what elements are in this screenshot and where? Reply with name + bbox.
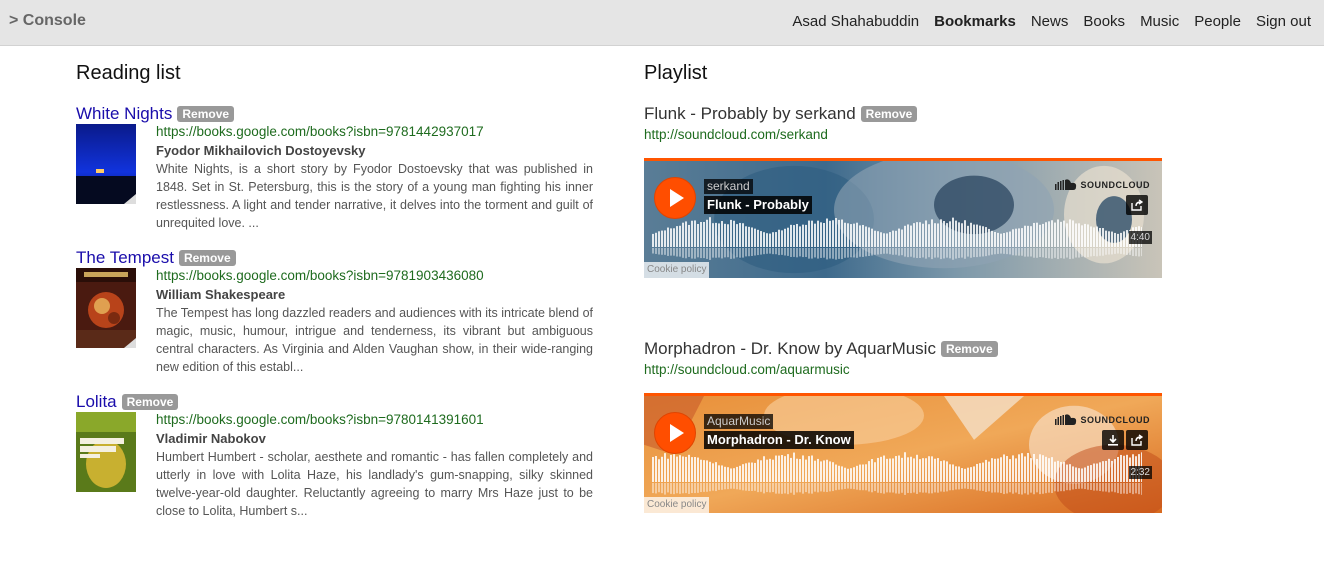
soundcloud-wordmark: SOUNDCLOUD [1080, 414, 1150, 425]
share-button[interactable] [1126, 430, 1148, 450]
playlist-section: Playlist Flunk - Probably by serkand Rem… [644, 62, 1204, 573]
book-item: White Nights Remove https://books.google… [76, 103, 596, 247]
book-author: William Shakespeare [156, 287, 286, 302]
book-url-link[interactable]: https://books.google.com/books?isbn=9780… [156, 412, 593, 428]
top-navbar: > Console Asad Shahabuddin Bookmarks New… [0, 0, 1324, 46]
soundcloud-wordmark: SOUNDCLOUD [1080, 179, 1150, 190]
nav-people-link[interactable]: People [1194, 13, 1241, 30]
nav-user-link[interactable]: Asad Shahabuddin [792, 13, 919, 30]
reading-list-heading: Reading list [76, 62, 181, 84]
book-url-link[interactable]: https://books.google.com/books?isbn=9781… [156, 124, 593, 140]
book-item: Lolita Remove https://books.google.com/b… [76, 391, 596, 535]
track-title: Flunk - Probably by serkand [644, 104, 856, 123]
cookie-policy-link[interactable]: Cookie policy [644, 497, 710, 513]
book-header: Lolita Remove [76, 391, 596, 413]
console-brand-link[interactable]: > Console [9, 12, 86, 30]
share-button[interactable] [1126, 195, 1148, 215]
book-title-link[interactable]: The Tempest [76, 248, 174, 268]
waveform[interactable] [652, 452, 1142, 502]
nav-links: Asad Shahabuddin Bookmarks News Books Mu… [792, 13, 1311, 30]
cookie-policy-link[interactable]: Cookie policy [644, 262, 710, 278]
track-item: Morphadron - Dr. Know by AquarMusic Remo… [644, 338, 1204, 573]
player-artist-label[interactable]: AquarMusic [704, 414, 774, 429]
book-description: The Tempest has long dazzled readers and… [156, 306, 593, 374]
track-title: Morphadron - Dr. Know by AquarMusic [644, 339, 936, 358]
book-title-link[interactable]: Lolita [76, 392, 117, 412]
track-url-link[interactable]: http://soundcloud.com/serkand [644, 127, 1204, 143]
soundcloud-cloud-icon [1054, 414, 1076, 425]
book-info: https://books.google.com/books?isbn=9781… [156, 268, 593, 376]
waveform[interactable] [652, 217, 1142, 267]
share-icon [1131, 199, 1143, 211]
book-description: Humbert Humbert - scholar, aesthete and … [156, 450, 593, 518]
download-button[interactable] [1102, 430, 1124, 450]
track-duration: 4:40 [1128, 231, 1152, 244]
book-info: https://books.google.com/books?isbn=9780… [156, 412, 593, 520]
player-song-label[interactable]: Morphadron - Dr. Know [704, 431, 854, 449]
track-header: Flunk - Probably by serkand Remove [644, 103, 1204, 125]
book-author: Fyodor Mikhailovich Dostoyevsky [156, 143, 366, 158]
nav-books-link[interactable]: Books [1083, 13, 1125, 30]
book-author: Vladimir Nabokov [156, 431, 266, 446]
download-icon [1108, 435, 1118, 446]
remove-book-button[interactable]: Remove [121, 394, 179, 410]
book-title-link[interactable]: White Nights [76, 104, 172, 124]
track-url-link[interactable]: http://soundcloud.com/aquarmusic [644, 362, 1204, 378]
soundcloud-player: serkand Flunk - Probably SOUNDCLOUD 4:40… [644, 158, 1162, 278]
remove-track-button[interactable]: Remove [860, 106, 918, 122]
book-cover-image[interactable] [76, 412, 136, 492]
track-header: Morphadron - Dr. Know by AquarMusic Remo… [644, 338, 1204, 360]
book-header: The Tempest Remove [76, 247, 596, 269]
nav-sign-out-link[interactable]: Sign out [1256, 13, 1311, 30]
book-item: The Tempest Remove https://books.google.… [76, 247, 596, 391]
reading-list-section: Reading list White Nights Remove https:/… [76, 62, 596, 535]
track-item: Flunk - Probably by serkand Remove http:… [644, 103, 1204, 338]
play-button[interactable] [654, 412, 696, 454]
play-button[interactable] [654, 177, 696, 219]
soundcloud-player: AquarMusic Morphadron - Dr. Know SOUNDCL… [644, 393, 1162, 513]
playlist-heading: Playlist [644, 62, 708, 84]
remove-book-button[interactable]: Remove [177, 106, 235, 122]
nav-music-link[interactable]: Music [1140, 13, 1179, 30]
book-header: White Nights Remove [76, 103, 596, 125]
player-artist-label[interactable]: serkand [704, 179, 753, 194]
book-cover-image[interactable] [76, 268, 136, 348]
book-cover-image[interactable] [76, 124, 136, 204]
remove-book-button[interactable]: Remove [178, 250, 236, 266]
book-description: White Nights, is a short story by Fyodor… [156, 162, 593, 230]
book-info: https://books.google.com/books?isbn=9781… [156, 124, 593, 232]
book-url-link[interactable]: https://books.google.com/books?isbn=9781… [156, 268, 593, 284]
soundcloud-cloud-icon [1054, 179, 1076, 190]
player-song-label[interactable]: Flunk - Probably [704, 196, 812, 214]
track-duration: 2:32 [1128, 466, 1152, 479]
share-icon [1131, 434, 1143, 446]
remove-track-button[interactable]: Remove [940, 341, 998, 357]
soundcloud-logo[interactable]: SOUNDCLOUD [1054, 414, 1151, 425]
soundcloud-logo[interactable]: SOUNDCLOUD [1054, 179, 1151, 190]
nav-news-link[interactable]: News [1031, 13, 1069, 30]
nav-bookmarks-link[interactable]: Bookmarks [934, 13, 1016, 30]
